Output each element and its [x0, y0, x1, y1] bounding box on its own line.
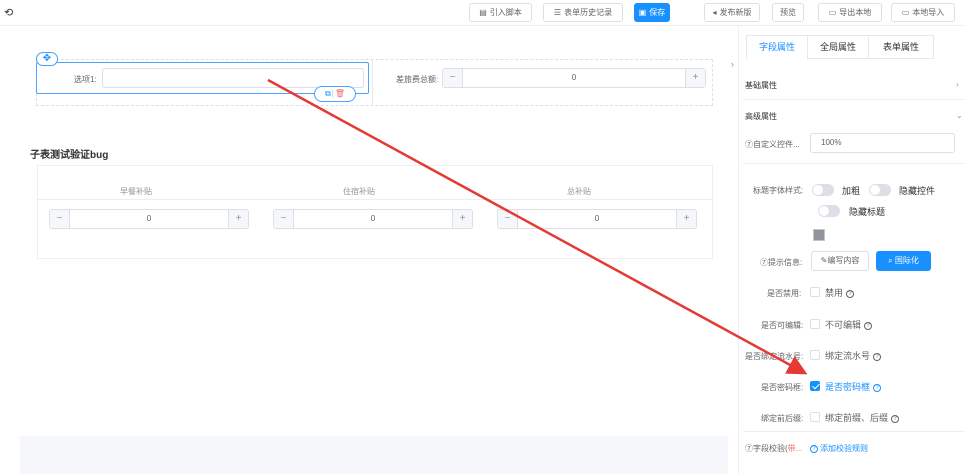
- prefix-checkbox[interactable]: [810, 412, 820, 422]
- hide-control-switch[interactable]: [869, 184, 891, 196]
- top-toolbar: ⟲ ▤ 引入脚本 ☰ 表单历史记录 ▣ 保存 ◂ 发布新版 预览 ▭ 导出本地 ▭ 本地导入: [0, 0, 965, 26]
- bold-label: 加粗: [842, 186, 861, 196]
- tab-global-properties[interactable]: 全局属性: [807, 35, 869, 59]
- stepper-value: 0: [571, 73, 577, 82]
- serial-checkbox[interactable]: [810, 350, 820, 360]
- disabled-checkbox[interactable]: [810, 287, 820, 297]
- plus-icon[interactable]: +: [452, 210, 472, 228]
- edit-content-button[interactable]: ✎编写内容: [811, 251, 869, 271]
- editable-text: 不可编辑?: [825, 318, 873, 331]
- grid-divider: [372, 59, 373, 106]
- help-icon: ?: [873, 384, 882, 392]
- column-lodging: 住宿补贴: [343, 187, 375, 196]
- form-history-button[interactable]: ☰ 表单历史记录: [543, 3, 623, 22]
- password-text: 是否密码框?: [825, 380, 882, 393]
- chevron-right-icon[interactable]: ›: [731, 59, 734, 69]
- help-icon: ?: [810, 445, 818, 453]
- properties-panel: [738, 26, 965, 474]
- import-script-button[interactable]: ▤ 引入脚本: [469, 3, 532, 22]
- stepper-value: 0: [594, 214, 600, 223]
- custom-width-label: ⑦自定义控件...: [745, 140, 800, 149]
- editable-label: 是否可编辑:: [761, 321, 804, 330]
- chevron-right-icon[interactable]: ›: [956, 80, 959, 89]
- bold-switch[interactable]: [812, 184, 834, 196]
- add-rule-link[interactable]: ? 添加校验规则: [810, 443, 868, 454]
- plus-icon[interactable]: +: [676, 210, 696, 228]
- tab-field-properties[interactable]: 字段属性: [746, 35, 808, 59]
- hide-title-label: 隐藏标题: [849, 207, 886, 217]
- import-local-button[interactable]: ▭ 本地导入: [891, 3, 955, 22]
- i18n-button[interactable]: ⌕ 国际化: [876, 251, 931, 271]
- prefix-text: 绑定前缀、后缀?: [825, 411, 900, 424]
- password-checkbox[interactable]: [810, 381, 820, 391]
- disabled-text: 禁用?: [825, 286, 855, 299]
- file-icon: ▤: [479, 8, 487, 17]
- column-total: 总补贴: [567, 187, 591, 196]
- editable-checkbox[interactable]: [810, 319, 820, 329]
- title-style-label: 标题字体样式:: [753, 186, 804, 195]
- history-icon: ☰: [553, 8, 562, 17]
- help-icon: ?: [864, 322, 873, 330]
- send-icon: ◂: [712, 8, 717, 17]
- serial-label: 是否绑定流水号:: [745, 352, 804, 361]
- chevron-down-icon[interactable]: ⌄: [956, 111, 963, 120]
- stepper-value: 0: [370, 214, 376, 223]
- validation-label: ⑦字段校验(带...: [745, 444, 803, 453]
- export-local-button[interactable]: ▭ 导出本地: [818, 3, 882, 22]
- option1-label: 选项1:: [74, 75, 97, 84]
- color-picker[interactable]: [813, 229, 825, 241]
- password-label: 是否密码框:: [761, 383, 804, 392]
- field-actions: ⧉|🗑: [314, 86, 356, 102]
- back-icon[interactable]: ⟲: [4, 6, 13, 19]
- help-icon: ?: [873, 353, 882, 361]
- stepper-value: 0: [146, 214, 152, 223]
- column-breakfast: 早餐补贴: [120, 187, 152, 196]
- publish-button[interactable]: ◂ 发布新版: [704, 3, 760, 22]
- lodging-stepper[interactable]: − 0 +: [273, 209, 473, 229]
- preview-button[interactable]: 预览: [772, 3, 804, 22]
- search-icon: ⌕: [888, 256, 895, 265]
- section-advanced[interactable]: 高级属性: [745, 111, 777, 122]
- custom-width-input[interactable]: 100%: [810, 133, 955, 153]
- section-basic[interactable]: 基础属性: [745, 80, 777, 91]
- help-icon: ?: [891, 415, 900, 423]
- plus-icon[interactable]: +: [228, 210, 248, 228]
- plus-icon[interactable]: +: [685, 69, 705, 87]
- minus-icon[interactable]: −: [274, 210, 294, 228]
- total-stepper[interactable]: − 0 +: [497, 209, 697, 229]
- minus-icon[interactable]: −: [498, 210, 518, 228]
- move-icon[interactable]: ✥: [36, 52, 58, 66]
- hide-title-switch[interactable]: [818, 205, 840, 217]
- tip-label: ⑦提示信息:: [760, 258, 803, 267]
- minus-icon[interactable]: −: [50, 210, 70, 228]
- option1-input[interactable]: [102, 68, 364, 88]
- tab-form-properties[interactable]: 表单属性: [868, 35, 934, 59]
- serial-text: 绑定流水号?: [825, 349, 882, 362]
- save-icon: ▣: [638, 8, 647, 17]
- save-button[interactable]: ▣ 保存: [634, 3, 670, 22]
- help-icon: ?: [846, 290, 855, 298]
- import-icon: ▭: [901, 8, 910, 17]
- travel-total-stepper[interactable]: − 0 +: [442, 68, 706, 88]
- copy-icon[interactable]: ⧉: [325, 89, 331, 98]
- prefix-label: 绑定前后缀:: [761, 414, 804, 423]
- delete-icon[interactable]: 🗑: [335, 89, 345, 98]
- subtable-title: 子表测试验证bug: [30, 150, 109, 161]
- disabled-label: 是否禁用:: [767, 289, 802, 298]
- hide-control-label: 隐藏控件: [899, 186, 936, 196]
- export-icon: ▭: [828, 8, 837, 17]
- breakfast-stepper[interactable]: − 0 +: [49, 209, 249, 229]
- travel-total-label: 差旅费总额:: [396, 75, 439, 84]
- minus-icon[interactable]: −: [443, 69, 463, 87]
